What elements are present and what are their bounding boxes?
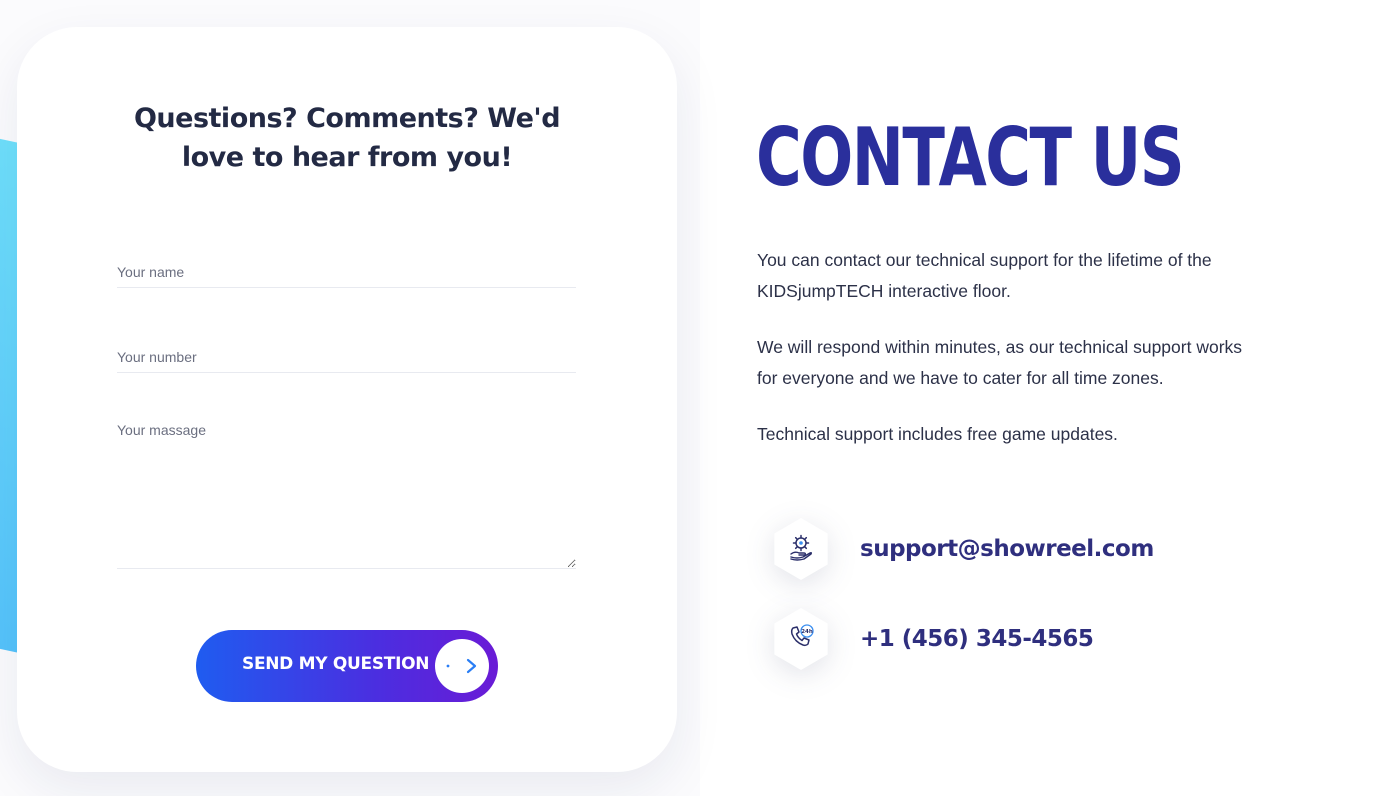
send-question-button[interactable]: SEND MY QUESTION (196, 630, 498, 702)
contact-page: Questions? Comments? We'd love to hear f… (0, 0, 1397, 796)
contact-us-heading: CONTACT US (756, 111, 1185, 204)
phone-icon-badge: 24h (770, 608, 832, 670)
send-button-label: SEND MY QUESTION (242, 654, 430, 674)
contact-paragraph-1: You can contact our technical support fo… (757, 250, 1212, 301)
message-textarea[interactable] (117, 422, 576, 569)
contact-form-card: Questions? Comments? We'd love to hear f… (17, 27, 677, 772)
svg-text:24h: 24h (801, 629, 813, 635)
contact-phone-row: 24h +1 (456) 345-4565 (770, 608, 1094, 670)
phone-24h-icon: 24h (787, 623, 815, 656)
contact-email-row: support@showreel.com (770, 518, 1154, 580)
email-icon-badge (770, 518, 832, 580)
number-input[interactable] (117, 342, 576, 373)
arrow-right-icon (435, 639, 489, 693)
support-phone-link[interactable]: +1 (456) 345-4565 (860, 626, 1094, 652)
form-title: Questions? Comments? We'd love to hear f… (133, 103, 561, 173)
contact-paragraph-2: We will respond within minutes, as our t… (757, 337, 1243, 388)
support-email-link[interactable]: support@showreel.com (860, 536, 1154, 562)
support-gear-hand-icon (787, 533, 815, 566)
contact-paragraph-3: Technical support includes free game upd… (757, 424, 1118, 444)
name-input[interactable] (117, 257, 576, 288)
